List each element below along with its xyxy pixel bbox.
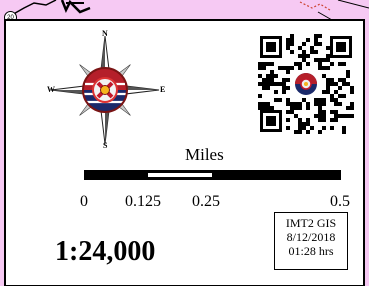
credit-date: 8/12/2018 xyxy=(286,230,336,244)
credit-box: IMT2 GIS 8/12/2018 01:28 hrs xyxy=(274,212,348,270)
scale-ratio: 1:24,000 xyxy=(55,236,156,267)
scale-tick-025: 0.25 xyxy=(192,193,220,210)
qr-code-icon xyxy=(258,34,354,134)
compass-rose-icon xyxy=(50,35,160,145)
scale-tick-0: 0 xyxy=(80,193,88,210)
scale-unit-label: Miles xyxy=(185,145,224,164)
credit-time: 01:28 hrs xyxy=(288,244,334,258)
compass-east-label: E xyxy=(160,85,166,94)
scale-tick-05: 0.5 xyxy=(330,193,350,210)
compass-west-label: W xyxy=(47,85,55,94)
scale-tick-0125: 0.125 xyxy=(125,193,161,210)
compass-south-label: S xyxy=(103,141,108,150)
bottom-margin xyxy=(0,286,369,296)
compass-north-label: N xyxy=(102,29,108,38)
credit-org: IMT2 GIS xyxy=(285,216,337,230)
